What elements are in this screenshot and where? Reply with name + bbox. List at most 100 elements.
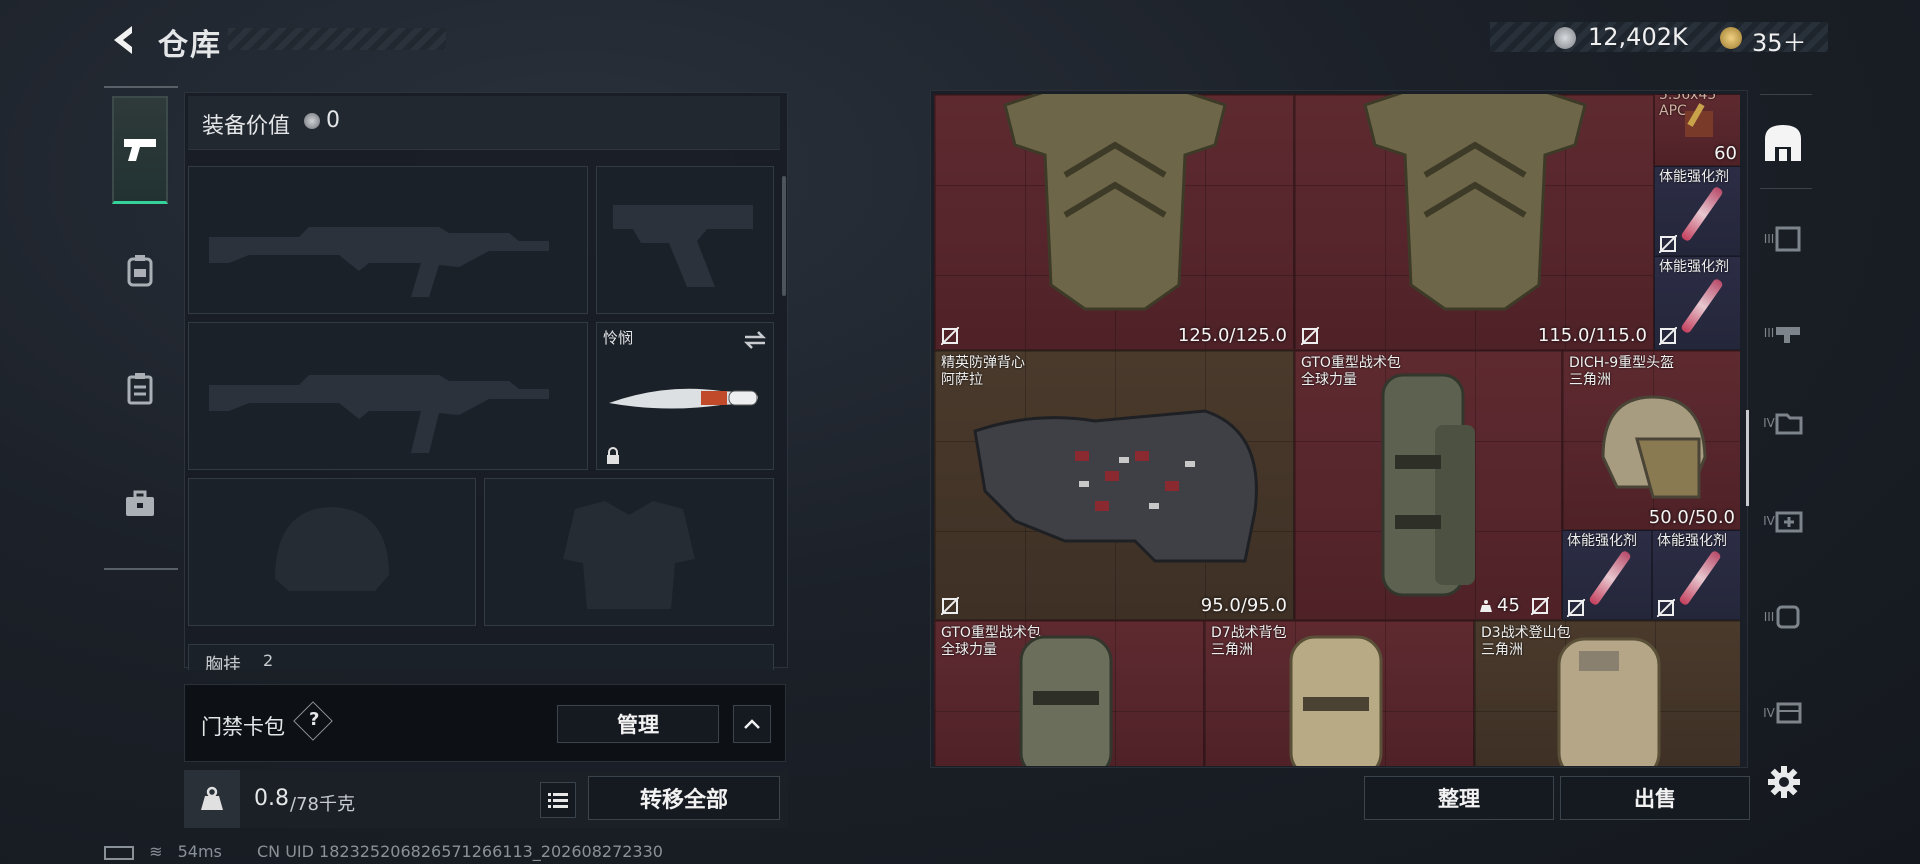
item-d7-pack[interactable]: D7战术背包 三角洲: [1204, 620, 1474, 766]
slot-melee[interactable]: 怜悯: [596, 322, 774, 470]
item-name: 体能强化剂: [1659, 259, 1729, 275]
slot-chest-rig[interactable]: 胸挂 2: [188, 644, 774, 670]
rail-filter-4[interactable]: IV: [1758, 496, 1808, 546]
item-name: 体能强化剂: [1657, 533, 1727, 549]
item-sub: 阿萨拉: [941, 372, 983, 388]
item-gto-pack-2[interactable]: GTO重型战术包 全球力量: [934, 620, 1204, 766]
weight-current: 0.8: [254, 786, 289, 811]
medkit-icon: [1775, 511, 1803, 533]
chest-rig-count: 2: [263, 651, 274, 670]
list-view-button[interactable]: [540, 782, 576, 818]
item-sub: 全球力量: [941, 642, 997, 658]
armor-silhouette-icon: [563, 501, 695, 609]
no-insure-icon: [1657, 599, 1675, 617]
slot-primary-weapon[interactable]: [188, 166, 588, 314]
item-stim-3[interactable]: 体能强化剂: [1562, 530, 1652, 620]
durability: 125.0/125.0: [1177, 325, 1287, 346]
back-button[interactable]: [104, 20, 144, 60]
item-dich-helmet[interactable]: DICH-9重型头盔 三角洲 50.0/50.0: [1562, 350, 1740, 530]
folder-icon: [1775, 413, 1803, 435]
item-armor-vest-1[interactable]: 125.0/125.0: [934, 94, 1294, 350]
slot-sidearm[interactable]: [596, 166, 774, 314]
vest-icon: [127, 373, 153, 405]
rail-filter-2[interactable]: III: [1758, 308, 1808, 358]
pistol-icon: [124, 138, 156, 161]
weight-icon-box: [184, 770, 240, 828]
item-sub: 三角洲: [1211, 642, 1253, 658]
silver-coin-icon: [1554, 27, 1576, 49]
tab-case[interactable]: [112, 476, 168, 532]
tier-label: III: [1763, 610, 1775, 624]
syringe-icon: [1678, 549, 1722, 607]
item-elite-vest[interactable]: 精英防弹背心 阿萨拉 95.0/95.0: [934, 350, 1294, 620]
sell-button[interactable]: 出售: [1560, 776, 1750, 820]
gun-icon: [1776, 327, 1801, 343]
title-stripe: [228, 28, 446, 50]
plate-carrier-icon: [1003, 94, 1227, 311]
item-ammo[interactable]: 5.56x45 APC 60: [1654, 94, 1740, 166]
sort-button[interactable]: 整理: [1364, 776, 1554, 820]
no-insure-icon: [1659, 327, 1677, 345]
help-icon: ?: [309, 709, 320, 730]
gear-icon: [1768, 766, 1800, 798]
item-name: 精英防弹背心: [941, 355, 1025, 371]
item-stim-4[interactable]: 体能强化剂: [1652, 530, 1740, 620]
item-name: DICH-9重型头盔: [1569, 355, 1675, 371]
tab-backpack[interactable]: [112, 242, 168, 298]
item-sub: 三角洲: [1481, 642, 1523, 658]
ammo-box-icon: [1685, 103, 1713, 137]
tier-label: III: [1763, 232, 1775, 246]
rail-filter-1[interactable]: III: [1758, 214, 1808, 264]
tab-vest[interactable]: [112, 360, 168, 416]
no-insure-icon: [1659, 235, 1677, 253]
settings-button[interactable]: [1766, 764, 1802, 800]
lock-icon: [607, 447, 619, 464]
tier-label: IV: [1763, 706, 1775, 720]
slot-secondary-weapon[interactable]: [188, 322, 588, 470]
helmet-silhouette-icon: [275, 507, 389, 591]
tier-label: IV: [1763, 416, 1775, 430]
backpack-icon: [127, 255, 153, 287]
equipment-scrollbar[interactable]: [782, 176, 786, 296]
equipment-value: 0: [326, 108, 340, 133]
inventory-scrollbar[interactable]: [1746, 410, 1749, 506]
pistol-silhouette-icon: [613, 205, 753, 287]
tab-weapons[interactable]: [112, 96, 168, 204]
rail-divider: [1760, 188, 1812, 189]
item-sub: 全球力量: [1301, 372, 1357, 388]
collapse-button[interactable]: [733, 705, 771, 743]
knife-icon: [609, 388, 758, 409]
inventory-grid: 125.0/125.0 115.0/115.0 5.56x45 APC 60 体…: [934, 94, 1740, 766]
slot-helmet[interactable]: [188, 478, 476, 626]
item-d3-pack[interactable]: D3战术登山包 三角洲: [1474, 620, 1740, 766]
item-gto-pack-1[interactable]: GTO重型战术包 全球力量 45: [1294, 350, 1562, 620]
manage-button[interactable]: 管理: [557, 705, 719, 743]
currency-gold[interactable]: 35＋: [1752, 23, 1807, 58]
item-armor-vest-2[interactable]: 115.0/115.0: [1294, 94, 1654, 350]
swap-icon[interactable]: [743, 329, 767, 351]
box-icon: [1775, 226, 1801, 252]
durability: 50.0/50.0: [1648, 507, 1735, 528]
weight-small-icon: [1480, 600, 1492, 612]
rail-filter-3[interactable]: IV: [1758, 398, 1808, 448]
value-coin-icon: [304, 113, 320, 129]
syringe-icon: [1680, 277, 1724, 335]
rail-all-items[interactable]: [1758, 118, 1808, 168]
chest-rig-label: 胸挂: [205, 655, 241, 670]
status-bar: ≋ 54ms CN UID 182325206826571266113_2026…: [104, 842, 663, 861]
item-stim-2[interactable]: 体能强化剂: [1654, 256, 1740, 350]
weight-max: /78千克: [290, 794, 355, 815]
case-icon: [126, 490, 154, 516]
slot-armor[interactable]: [484, 478, 774, 626]
rail-filter-5[interactable]: III: [1758, 592, 1808, 642]
item-stim-1[interactable]: 体能强化剂: [1654, 166, 1740, 256]
rail-filter-6[interactable]: IV: [1758, 688, 1808, 738]
plate-carrier-icon: [1363, 94, 1587, 311]
weight-icon: [201, 786, 223, 810]
list-icon: [548, 793, 568, 808]
transfer-all-button[interactable]: 转移全部: [588, 776, 780, 820]
weight-bar: 0.8 /78千克 转移全部: [184, 770, 788, 828]
durability: 115.0/115.0: [1537, 325, 1647, 346]
ping: 54ms: [177, 842, 222, 861]
item-name: D7战术背包: [1211, 625, 1287, 641]
